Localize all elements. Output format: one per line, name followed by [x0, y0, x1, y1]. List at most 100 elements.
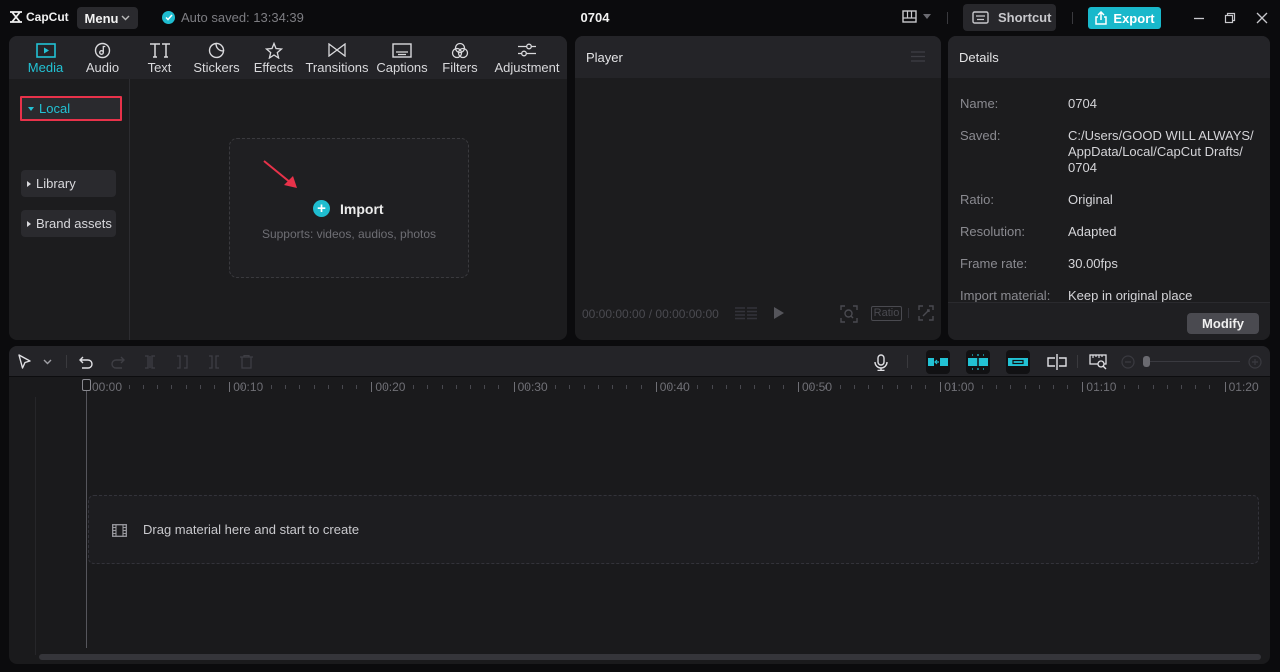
ruler-minor-tick	[256, 385, 258, 389]
ruler-minor-tick	[640, 385, 642, 389]
redo-button[interactable]	[108, 352, 128, 372]
ruler-label: 00:00	[92, 380, 123, 394]
tab-label: Transitions	[305, 60, 369, 75]
adjustment-icon	[518, 43, 536, 57]
modify-button[interactable]: Modify	[1187, 313, 1259, 334]
zoom-fit-icon[interactable]	[840, 305, 858, 323]
chevron-down-icon	[923, 14, 931, 19]
playhead-line[interactable]	[86, 391, 87, 648]
ruler-label: 01:10	[1086, 380, 1117, 394]
play-icon[interactable]	[774, 307, 784, 319]
delete-right-button[interactable]	[204, 352, 224, 372]
layout-button[interactable]	[902, 10, 931, 23]
linkage-toggle[interactable]	[1006, 350, 1030, 374]
tab-text[interactable]: Text	[131, 36, 188, 79]
tab-captions[interactable]: Captions	[372, 36, 432, 79]
tab-filters[interactable]: Filters	[432, 36, 488, 79]
zoom-slider-handle[interactable]	[1143, 356, 1150, 367]
delete-button[interactable]	[236, 352, 256, 372]
timeline-ruler[interactable]: 00:00 00:10 00:20 00:30 00:40 00:50 01:00 01:10…	[9, 377, 1270, 397]
ruler-minor-tick	[114, 385, 116, 389]
divider	[907, 355, 908, 368]
dropzone-text: Drag material here and start to create	[143, 522, 360, 537]
sidebar-item-library[interactable]: Library	[21, 170, 116, 197]
ruler-minor-tick	[427, 385, 429, 389]
ruler-minor-tick	[782, 385, 784, 389]
ruler-minor-tick	[199, 385, 201, 389]
ruler-major-tick	[371, 382, 373, 392]
close-button[interactable]	[1253, 9, 1271, 27]
sidebar-item-local[interactable]: Local	[20, 96, 122, 121]
record-audio-button[interactable]	[871, 352, 891, 372]
zoom-to-fit-button[interactable]	[1088, 352, 1108, 372]
detail-value-frame-rate: 30.00fps	[1068, 256, 1118, 271]
minimize-button[interactable]	[1190, 9, 1208, 27]
tab-media[interactable]: Media	[17, 36, 74, 79]
split-button[interactable]	[140, 352, 160, 372]
ratio-button[interactable]: Ratio	[871, 306, 902, 321]
import-dropzone[interactable]: + Import Supports: videos, audios, photo…	[229, 138, 469, 278]
ruler-major-tick	[229, 382, 231, 392]
undo-button[interactable]	[76, 352, 96, 372]
ruler-minor-tick	[341, 385, 343, 389]
hamburger-menu-icon[interactable]	[911, 51, 925, 62]
ruler-minor-tick	[242, 385, 244, 389]
select-tool-dropdown[interactable]	[37, 352, 57, 372]
ruler-label: 00:10	[233, 380, 264, 394]
tab-transitions[interactable]: Transitions	[302, 36, 372, 79]
restore-button[interactable]	[1221, 9, 1239, 27]
split-icon	[145, 355, 155, 369]
details-panel: Details Name: 0704 Saved: C:/Users/GOOD …	[948, 36, 1270, 340]
select-tool-button[interactable]	[15, 352, 35, 372]
timeline-dropzone[interactable]: Drag material here and start to create	[88, 495, 1259, 564]
ruler-minor-tick	[356, 385, 358, 389]
sidebar-item-brand-assets[interactable]: Brand assets	[21, 210, 116, 237]
ruler-major-tick	[655, 382, 657, 392]
detail-label-import-material: Import material:	[960, 288, 1051, 303]
preview-axis-toggle[interactable]	[1047, 352, 1067, 372]
detail-label-ratio: Ratio:	[960, 192, 994, 207]
import-subtitle: Supports: videos, audios, photos	[261, 227, 437, 241]
auto-snap-toggle[interactable]	[966, 350, 990, 374]
ruler-minor-tick	[413, 385, 415, 389]
timecode: 00:00:00:00 / 00:00:00:00	[582, 307, 719, 321]
saved-path-line: 0704	[1068, 160, 1097, 175]
tab-adjustment[interactable]: Adjustment	[488, 36, 566, 79]
tab-effects[interactable]: Effects	[245, 36, 302, 79]
zoom-out-button[interactable]	[1118, 352, 1138, 372]
export-button[interactable]: Export	[1088, 7, 1161, 29]
ruler-minor-tick	[270, 385, 272, 389]
tab-audio[interactable]: Audio	[74, 36, 131, 79]
ruler-minor-tick	[171, 385, 173, 389]
divider	[66, 355, 67, 368]
saved-path-line: AppData/Local/CapCut Drafts/	[1068, 144, 1243, 159]
ruler-major-tick	[940, 382, 942, 392]
ruler-label: 01:20	[1228, 380, 1259, 394]
zoom-in-button[interactable]	[1245, 352, 1265, 372]
ruler-minor-tick	[626, 385, 628, 389]
tab-label: Effects	[253, 60, 294, 75]
playhead-handle[interactable]	[82, 379, 91, 391]
ruler-minor-tick	[213, 385, 215, 389]
import-button[interactable]: + Import	[313, 200, 384, 217]
waveform-icon[interactable]	[735, 307, 757, 321]
shortcut-button[interactable]: Shortcut	[963, 4, 1056, 31]
fullscreen-icon[interactable]	[918, 305, 934, 321]
zoom-slider-track[interactable]	[1148, 361, 1240, 362]
detail-value-name: 0704	[1068, 96, 1097, 111]
ruler-minor-tick	[896, 385, 898, 389]
horizontal-scrollbar[interactable]	[39, 654, 1261, 660]
trim-left-icon	[177, 355, 188, 369]
ruler-minor-tick	[1252, 385, 1254, 389]
ruler-minor-tick	[128, 385, 130, 389]
main-track-magnet-toggle[interactable]	[926, 350, 950, 374]
ruler-minor-tick	[597, 385, 599, 389]
delete-left-button[interactable]	[172, 352, 192, 372]
audio-icon	[94, 42, 111, 58]
saved-path-line: C:/Users/GOOD WILL ALWAYS/	[1068, 128, 1254, 143]
ruler-minor-tick	[455, 385, 457, 389]
ruler-minor-tick	[853, 385, 855, 389]
ruler-minor-tick	[754, 385, 756, 389]
tab-stickers[interactable]: Stickers	[188, 36, 245, 79]
media-panel: Media Audio Text Stickers Effects Transi…	[9, 36, 567, 340]
